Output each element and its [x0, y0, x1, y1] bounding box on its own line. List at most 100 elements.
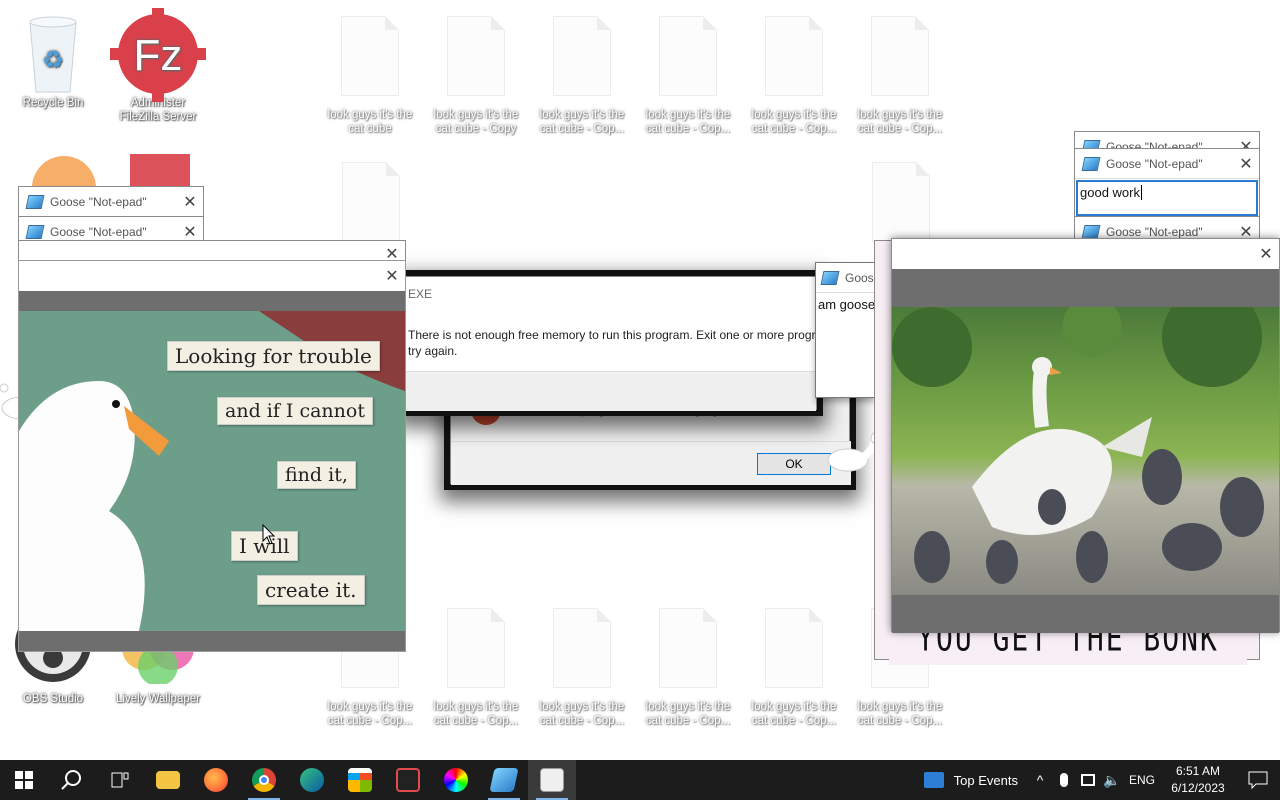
clock-time: 6:51 AM: [1175, 764, 1221, 778]
file-label: look guys it's the cat cube - Cop...: [539, 701, 625, 727]
file-label: look guys it's the cat cube - Cop...: [433, 701, 519, 727]
close-button[interactable]: ✕: [177, 192, 203, 212]
svg-text:♻: ♻: [42, 47, 64, 74]
file-icon-cat-cube[interactable]: look guys it's the cat cube - Cop...: [852, 10, 948, 136]
taskbar-chrome[interactable]: [240, 760, 288, 800]
desktop-icon-filezilla[interactable]: Fz Administer FileZilla Server: [110, 8, 206, 124]
error-dialog[interactable]: EXE There is not enough free memory to r…: [405, 276, 817, 411]
meme-window[interactable]: ✕ Looking for trouble and if I cannot fi…: [18, 260, 406, 652]
taskbar-notepad[interactable]: [480, 760, 528, 800]
close-button[interactable]: ✕: [379, 266, 405, 286]
close-button[interactable]: ✕: [177, 222, 203, 242]
meme-text: and if I cannot: [217, 397, 373, 425]
notepad-icon: [1081, 156, 1101, 171]
language-tray[interactable]: ENG: [1124, 760, 1160, 800]
search-button[interactable]: [48, 760, 96, 800]
file-icon-cat-cube[interactable]: look guys it's the cat cube - Cop...: [746, 10, 842, 136]
window-title: Goose "Not-epad": [1106, 225, 1203, 239]
text-file-icon: [553, 608, 611, 688]
notifications-button[interactable]: [1236, 760, 1280, 800]
goose-icon: [540, 768, 564, 792]
taskbar-firefox[interactable]: [192, 760, 240, 800]
desktop-icon-label: Lively Wallpaper: [116, 693, 200, 705]
show-hidden-icons-button[interactable]: ^: [1028, 760, 1052, 800]
store-icon: [348, 768, 372, 792]
desktop-icon-label: OBS Studio: [22, 693, 84, 705]
file-label: look guys it's the cat cube - Cop...: [327, 701, 413, 727]
notepad-window[interactable]: Goos am goose: [815, 262, 875, 398]
file-icon-cat-cube[interactable]: look guys it's the cat cube: [322, 10, 418, 136]
text-file-icon: [342, 162, 400, 242]
close-button[interactable]: ✕: [1253, 244, 1279, 264]
file-icon-cat-cube[interactable]: look guys it's the cat cube - Cop...: [534, 10, 630, 136]
news-icon: [923, 772, 944, 788]
text-file-icon: [447, 608, 505, 688]
taskbar-file-explorer[interactable]: [144, 760, 192, 800]
microphone-icon: [1060, 773, 1068, 787]
text-file-icon: [765, 16, 823, 96]
desktop-icon-recycle-bin[interactable]: ♻ Recycle Bin: [5, 8, 101, 110]
text-file-icon: [871, 16, 929, 96]
file-icon-cat-cube[interactable]: look guys it's the cat cube - Cop...: [746, 602, 842, 728]
text-file-icon: [765, 608, 823, 688]
taskbar-snipping[interactable]: [384, 760, 432, 800]
text-file-icon: [341, 16, 399, 96]
taskbar: Top Events ^ 🔈 ENG 6:51 AM 6/12/2023: [0, 760, 1280, 800]
goose-photo-window[interactable]: ✕: [891, 238, 1280, 633]
file-icon-cat-cube[interactable]: look guys it's the cat cube - Cop...: [534, 602, 630, 728]
start-button[interactable]: [0, 760, 48, 800]
mouse-cursor: [262, 523, 276, 551]
clock-date: 6/12/2023: [1171, 781, 1225, 795]
network-tray[interactable]: [1076, 760, 1100, 800]
notepad-text-area[interactable]: good work: [1076, 180, 1258, 216]
speaker-icon: 🔈: [1103, 771, 1121, 788]
file-icon-cat-cube[interactable]: look guys it's the cat cube - Cop...: [428, 602, 524, 728]
window-title: Goose "Not-epad": [50, 225, 147, 239]
close-button[interactable]: ✕: [1233, 154, 1259, 174]
firefox-icon: [204, 768, 228, 792]
file-label: look guys it's the cat cube: [327, 109, 413, 135]
text-file-icon: [553, 16, 611, 96]
microphone-tray[interactable]: [1052, 760, 1076, 800]
taskbar-store[interactable]: [336, 760, 384, 800]
file-label: look guys it's the cat cube - Cop...: [751, 701, 837, 727]
color-icon: [444, 768, 468, 792]
volume-tray[interactable]: 🔈: [1100, 760, 1124, 800]
file-label: look guys it's the cat cube - Cop...: [751, 109, 837, 135]
search-icon: [61, 770, 81, 790]
taskbar-color-app[interactable]: [432, 760, 480, 800]
notepad-icon: [1081, 225, 1101, 239]
file-label: look guys it's the cat cube - Cop...: [539, 109, 625, 135]
taskbar-edge[interactable]: [288, 760, 336, 800]
text-file-icon: [447, 16, 505, 96]
file-icon-cat-cube[interactable]: look guys it's the cat cube - Cop...: [640, 10, 736, 136]
meme-text: create it.: [257, 575, 365, 605]
window-title: Goos: [845, 270, 874, 285]
text-file-icon: [659, 608, 717, 688]
ok-button[interactable]: OK: [757, 453, 831, 475]
notepad-text[interactable]: am goose: [816, 293, 874, 316]
text-file-icon: [659, 16, 717, 96]
widgets-button[interactable]: Top Events: [914, 760, 1028, 800]
error-message: There is not enough free memory to run t…: [408, 328, 816, 358]
recycle-bin-icon: ♻: [18, 8, 88, 94]
notepad-window-active[interactable]: Goose "Not-epad" ✕ good work: [1074, 148, 1260, 218]
chrome-icon: [252, 768, 276, 792]
notepad-window[interactable]: Goose "Not-epad" ✕: [18, 186, 204, 217]
file-label: look guys it's the cat cube - Cop...: [645, 701, 731, 727]
taskbar-goose[interactable]: [528, 760, 576, 800]
desktop: ♻ Recycle Bin Fz Administer FileZilla Se…: [0, 0, 1280, 760]
meme-image: Looking for trouble and if I cannot find…: [19, 311, 405, 631]
clock[interactable]: 6:51 AM 6/12/2023: [1160, 763, 1236, 797]
notepad-icon: [489, 768, 519, 792]
edge-icon: [300, 768, 324, 792]
task-view-icon: [111, 772, 129, 788]
dialog-title: EXE: [408, 287, 433, 301]
notepad-icon: [820, 270, 840, 285]
file-label: look guys it's the cat cube - Cop...: [645, 109, 731, 135]
svg-text:Fz: Fz: [134, 31, 183, 80]
file-label: look guys it's the cat cube - Cop...: [857, 701, 943, 727]
file-icon-cat-cube[interactable]: look guys it's the cat cube - Cop...: [640, 602, 736, 728]
task-view-button[interactable]: [96, 760, 144, 800]
file-icon-cat-cube[interactable]: look guys it's the cat cube - Copy: [428, 10, 524, 136]
